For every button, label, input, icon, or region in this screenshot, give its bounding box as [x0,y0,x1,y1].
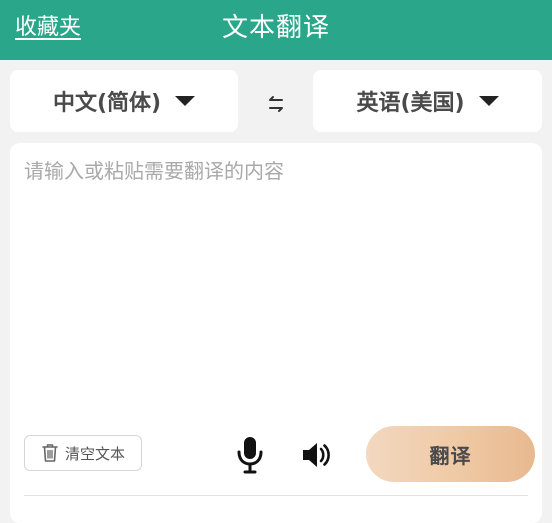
chevron-down-icon [478,96,499,106]
target-language-select[interactable]: 英语(美国) [313,70,542,132]
voice-input-button[interactable] [234,435,266,475]
trash-icon [42,444,58,462]
translate-label: 翻译 [429,443,472,468]
target-language-label: 英语(美国) [356,91,465,116]
clear-text-button[interactable]: 清空文本 [24,435,142,471]
swap-languages-button[interactable] [262,92,290,116]
speak-button[interactable] [300,438,334,472]
source-language-label: 中文(简体) [52,91,162,116]
clear-text-label: 清空文本 [64,444,125,463]
microphone-icon [237,437,263,474]
page-title: 文本翻译 [221,13,330,43]
translate-button[interactable]: 翻译 [366,426,535,482]
translation-panel: 清空文本 翻译 [10,143,542,523]
source-text-input[interactable] [24,157,524,407]
speaker-icon [303,443,330,467]
chevron-down-icon [175,96,196,106]
divider [24,495,528,496]
app-header: 收藏夹 文本翻译 [0,0,552,60]
swap-arrows-icon [269,96,283,112]
source-language-select[interactable]: 中文(简体) [10,70,238,132]
